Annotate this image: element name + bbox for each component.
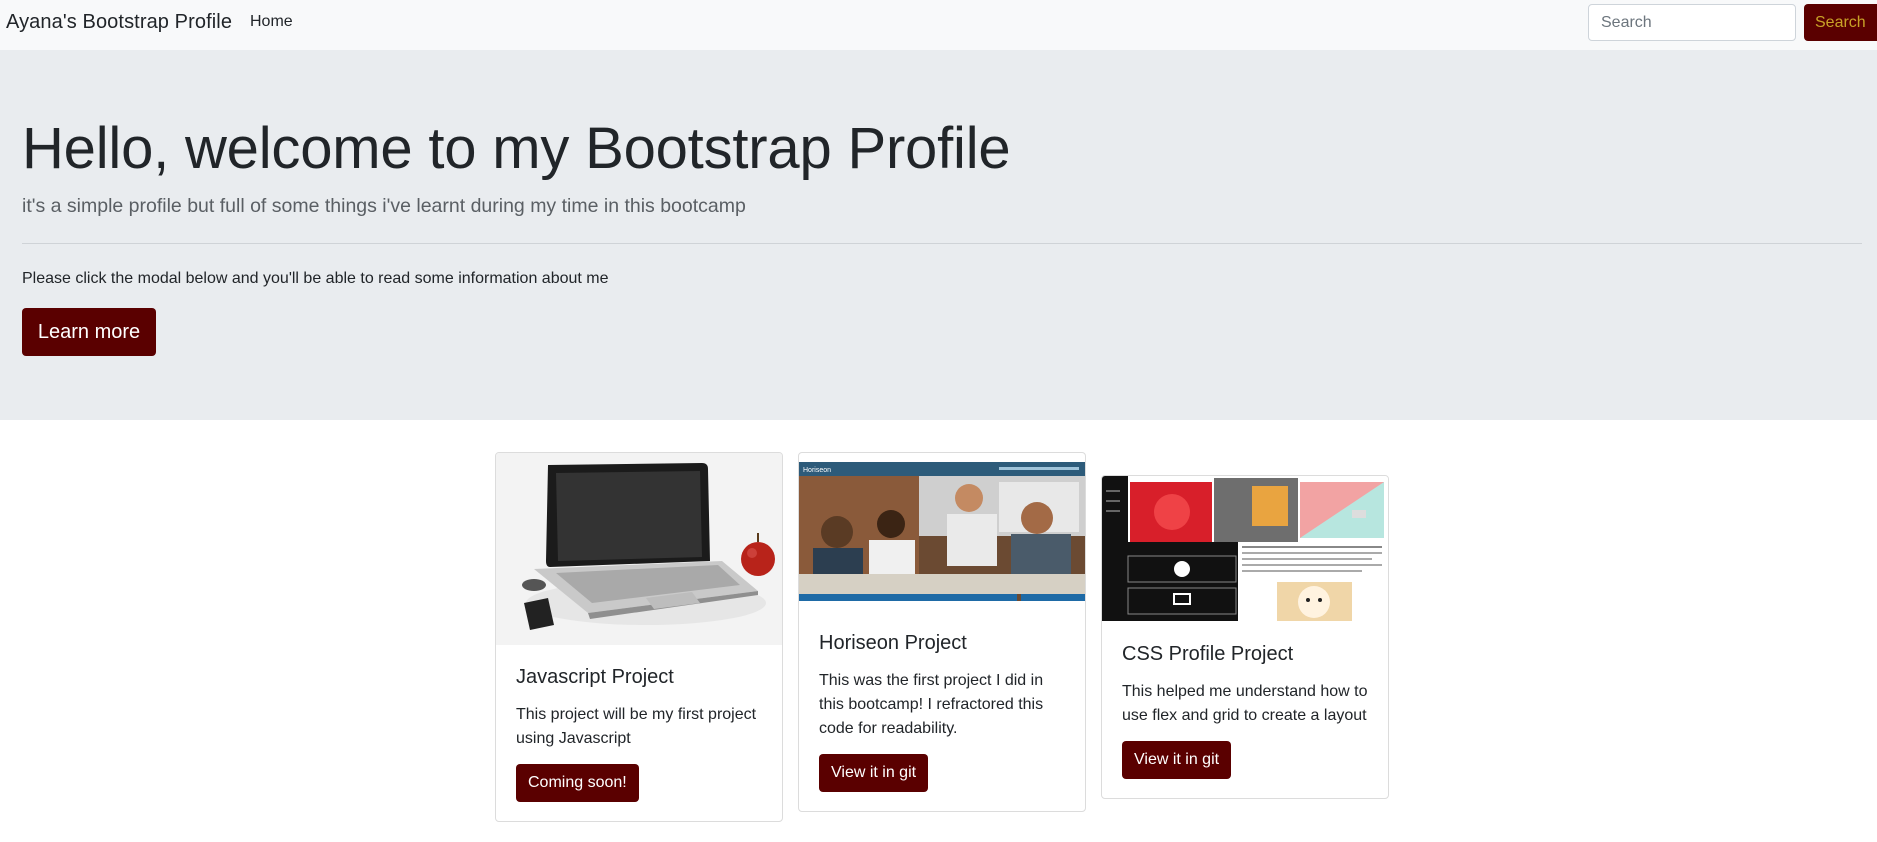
card-title: CSS Profile Project xyxy=(1122,643,1294,665)
info-text: Please click the modal below and you'll … xyxy=(22,270,609,287)
navbar: Ayana's Bootstrap Profile Home Search xyxy=(0,0,1877,50)
laptop-image xyxy=(496,453,782,645)
lead-text: it's a simple profile but full of some t… xyxy=(22,195,746,217)
search-input[interactable] xyxy=(1588,4,1796,41)
jumbotron: Hello, welcome to my Bootstrap Profile i… xyxy=(0,50,1877,420)
view-in-git-button[interactable]: View it in git xyxy=(1122,741,1232,779)
card-text: This was the first project I did in this… xyxy=(819,672,1044,737)
learn-more-button[interactable]: Learn more xyxy=(22,308,156,356)
coming-soon-button[interactable]: Coming soon! xyxy=(516,764,639,802)
card-text: This project will be my first project us… xyxy=(516,706,757,747)
page-title: Hello, welcome to my Bootstrap Profile xyxy=(22,116,1011,181)
card-css-profile-project: CSS Profile Project This helped me under… xyxy=(1101,475,1389,799)
card-text: This helped me understand how to use fle… xyxy=(1122,683,1368,724)
card-horiseon-project: Horiseon Horiseon Project This was the f… xyxy=(798,452,1086,812)
card-title: Javascript Project xyxy=(516,666,674,688)
navbar-brand[interactable]: Ayana's Bootstrap Profile xyxy=(6,11,232,34)
search-button[interactable]: Search xyxy=(1804,4,1877,41)
css-profile-screenshot-image xyxy=(1102,476,1388,621)
nav-link-home[interactable]: Home xyxy=(250,13,293,31)
view-in-git-button[interactable]: View it in git xyxy=(819,754,929,792)
horiseon-logo-text: Horiseon xyxy=(803,467,831,474)
card-title: Horiseon Project xyxy=(819,632,967,654)
horiseon-screenshot-image: Horiseon xyxy=(799,462,1085,612)
divider xyxy=(22,243,1862,244)
card-javascript-project: Javascript Project This project will be … xyxy=(495,452,783,822)
